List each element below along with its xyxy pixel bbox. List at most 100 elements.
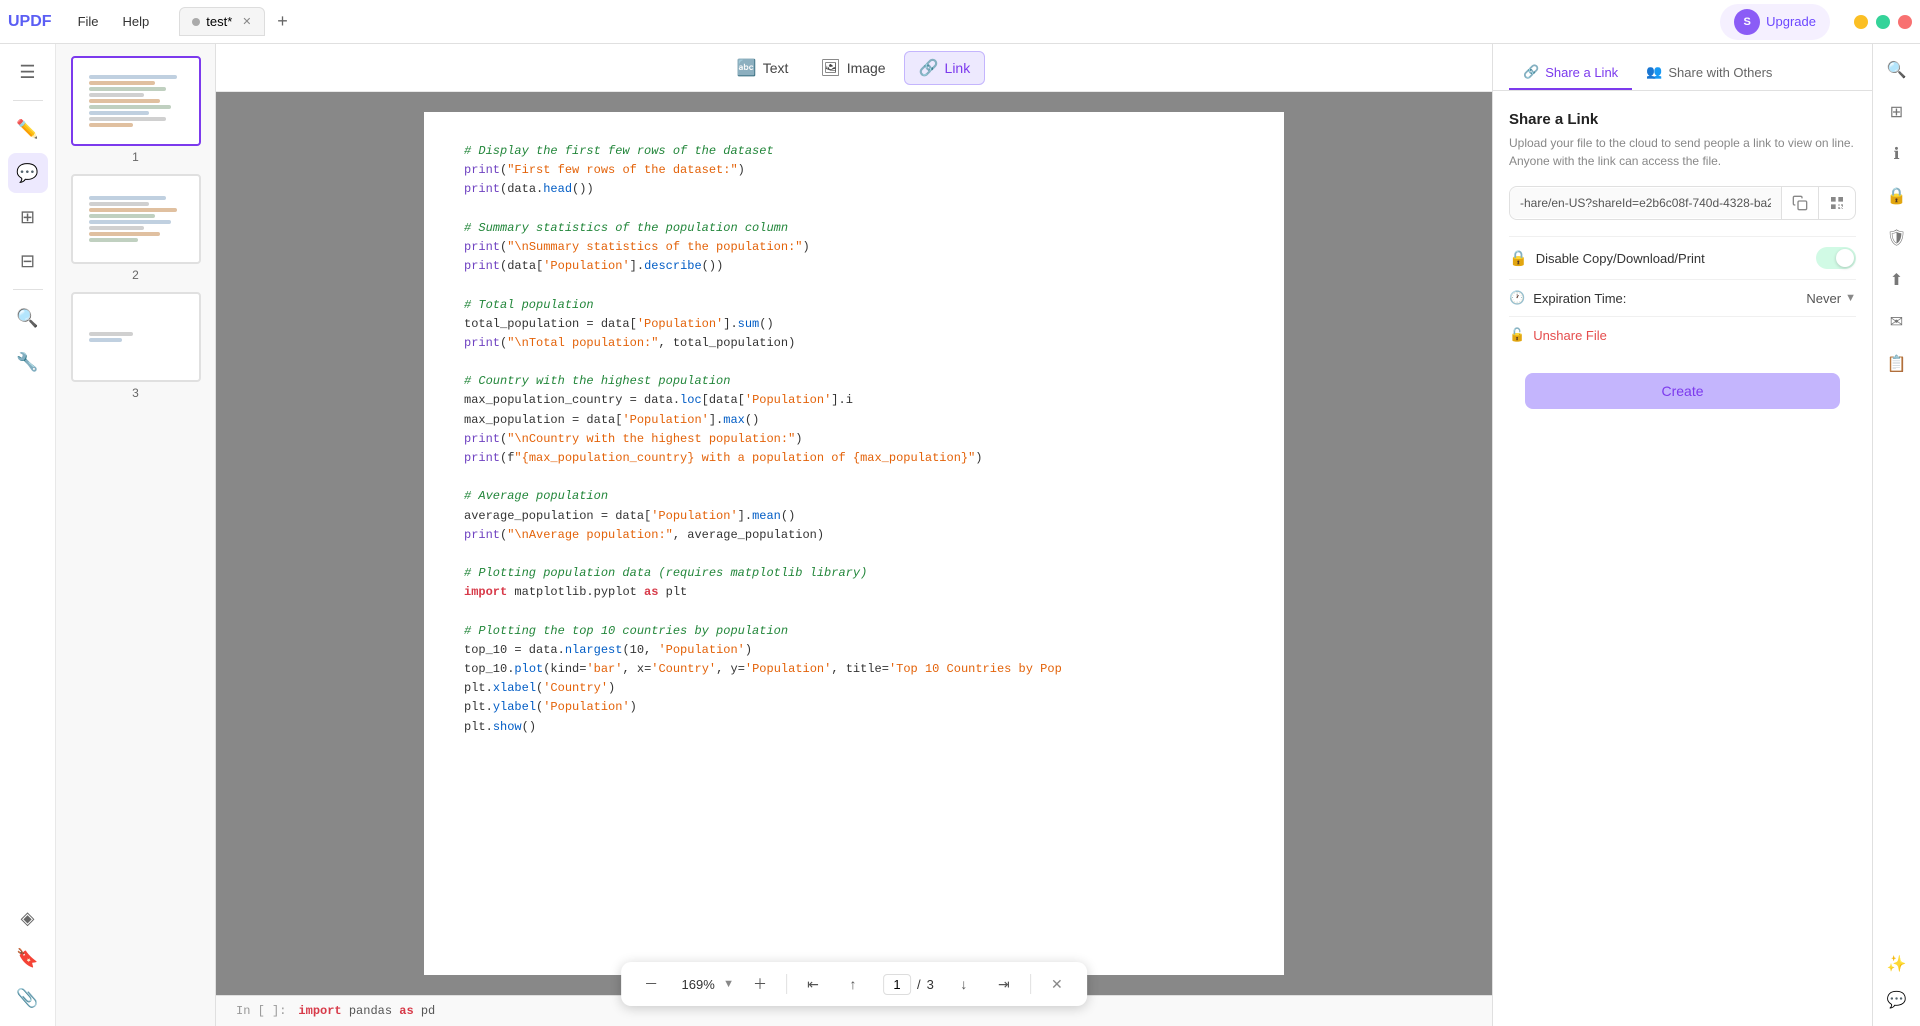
sidebar-icon-comment[interactable]: 💬 bbox=[8, 153, 48, 193]
rs-search-icon[interactable]: 🔍 bbox=[1879, 52, 1915, 88]
tab-close-button[interactable]: ✕ bbox=[242, 15, 251, 28]
input-code: import pandas as pd bbox=[298, 1004, 435, 1018]
nav-separator-1 bbox=[786, 974, 787, 994]
file-menu[interactable]: File bbox=[68, 10, 109, 33]
disable-copy-row: 🔒 Disable Copy/Download/Print bbox=[1509, 236, 1856, 279]
toolbar-link-button[interactable]: 🔗 Link bbox=[904, 51, 986, 85]
rs-info-icon[interactable]: ℹ bbox=[1879, 136, 1915, 172]
page-indicator: / 3 bbox=[883, 974, 934, 995]
next-page-button[interactable]: ↓ bbox=[950, 970, 978, 998]
toolbar-image-button[interactable]: 🖼 Image bbox=[806, 52, 899, 84]
sidebar-icon-ocr[interactable]: 🔍 bbox=[8, 298, 48, 338]
zoom-in-button[interactable]: ＋ bbox=[746, 970, 774, 998]
code-line-3: print(data.head()) bbox=[464, 180, 1244, 199]
qr-code-button[interactable] bbox=[1818, 187, 1855, 219]
expiration-dropdown[interactable]: Never ▼ bbox=[1806, 291, 1856, 306]
page-input[interactable] bbox=[883, 974, 911, 995]
sidebar-icon-bookmark[interactable]: 🔖 bbox=[8, 938, 48, 978]
title-bar-right: S Upgrade bbox=[1720, 4, 1912, 40]
prev-page-button[interactable]: ↑ bbox=[839, 970, 867, 998]
code-line-27: top_10 = data.nlargest(10, 'Population') bbox=[464, 641, 1244, 660]
sidebar-icon-layers[interactable]: ◈ bbox=[8, 898, 48, 938]
clock-icon: 🕐 bbox=[1509, 290, 1525, 306]
zoom-control: 169% ▼ bbox=[677, 977, 734, 992]
code-line-18 bbox=[464, 468, 1244, 487]
code-line-9: # Total population bbox=[464, 296, 1244, 315]
code-line-30: plt.ylabel('Population') bbox=[464, 698, 1244, 717]
thumbnail-3[interactable]: 3 bbox=[64, 292, 207, 400]
rs-chat-icon[interactable]: 💬 bbox=[1879, 982, 1915, 1018]
first-page-button[interactable]: ⇤ bbox=[799, 970, 827, 998]
code-line-13: # Country with the highest population bbox=[464, 372, 1244, 391]
upgrade-label: Upgrade bbox=[1766, 14, 1816, 29]
code-line-6: print("\nSummary statistics of the popul… bbox=[464, 238, 1244, 257]
share-link-icon: 🔗 bbox=[1523, 64, 1539, 80]
unshare-icon: 🔓 bbox=[1509, 327, 1525, 343]
close-nav-button[interactable]: ✕ bbox=[1043, 970, 1071, 998]
app-logo: UPDF bbox=[8, 13, 52, 31]
expiration-text: Expiration Time: bbox=[1533, 291, 1626, 306]
unshare-button[interactable]: 🔓 Unshare File bbox=[1509, 327, 1856, 343]
sidebar-icon-organize[interactable]: ⊟ bbox=[8, 241, 48, 281]
thumb-img-3 bbox=[71, 292, 201, 382]
tab-share-others[interactable]: 👥 Share with Others bbox=[1632, 56, 1786, 90]
code-line-20: average_population = data['Population'].… bbox=[464, 507, 1244, 526]
rs-pages-icon[interactable]: ⊞ bbox=[1879, 94, 1915, 130]
bottom-navigation: － 169% ▼ ＋ ⇤ ↑ / 3 ↓ ⇥ ✕ bbox=[621, 962, 1087, 1006]
rs-edit-icon[interactable]: 📋 bbox=[1879, 346, 1915, 382]
code-line-4 bbox=[464, 200, 1244, 219]
sidebar-icon-tools[interactable]: 🔧 bbox=[8, 342, 48, 382]
thumbnail-panel: 1 2 bbox=[56, 44, 216, 1026]
expiration-value: Never bbox=[1806, 291, 1841, 306]
sidebar-icon-edit[interactable]: ✏️ bbox=[8, 109, 48, 149]
rs-magic-icon[interactable]: ✨ bbox=[1879, 946, 1915, 982]
sidebar-divider-1 bbox=[13, 100, 43, 101]
disable-copy-text: Disable Copy/Download/Print bbox=[1536, 251, 1705, 266]
upgrade-button[interactable]: S Upgrade bbox=[1720, 4, 1830, 40]
tab-test[interactable]: test* ✕ bbox=[179, 7, 264, 36]
new-tab-button[interactable]: + bbox=[269, 8, 297, 36]
minimize-button[interactable] bbox=[1854, 15, 1868, 29]
code-line-15: max_population = data['Population'].max(… bbox=[464, 411, 1244, 430]
disable-copy-toggle[interactable] bbox=[1816, 247, 1856, 269]
copy-link-button[interactable] bbox=[1781, 187, 1818, 219]
expiration-label: 🕐 Expiration Time: bbox=[1509, 290, 1626, 306]
tab-share-link[interactable]: 🔗 Share a Link bbox=[1509, 56, 1632, 90]
code-line-23: # Plotting population data (requires mat… bbox=[464, 564, 1244, 583]
rs-lock-icon[interactable]: 🔒 bbox=[1879, 178, 1915, 214]
title-bar: UPDF File Help test* ✕ + S Upgrade bbox=[0, 0, 1920, 44]
sidebar-icon-pages[interactable]: ☰ bbox=[8, 52, 48, 92]
code-line-2: print("First few rows of the dataset:") bbox=[464, 161, 1244, 180]
thumbnail-2[interactable]: 2 bbox=[64, 174, 207, 282]
create-button[interactable]: Create bbox=[1525, 373, 1840, 409]
zoom-dropdown-icon[interactable]: ▼ bbox=[723, 978, 734, 990]
code-line-24: import matplotlib.pyplot as plt bbox=[464, 583, 1244, 602]
document-page: # Display the first few rows of the data… bbox=[424, 112, 1284, 975]
rs-protect-icon[interactable]: 🛡 bbox=[1879, 220, 1915, 256]
share-panel: 🔗 Share a Link 👥 Share with Others Share… bbox=[1492, 44, 1872, 1026]
code-line-14: max_population_country = data.loc[data['… bbox=[464, 391, 1244, 410]
right-sidebar: 🔍 ⊞ ℹ 🔒 🛡 ⬆ ✉ 📋 ✨ 💬 bbox=[1872, 44, 1920, 1026]
code-line-26: # Plotting the top 10 countries by popul… bbox=[464, 622, 1244, 641]
sidebar-icon-attach[interactable]: 📎 bbox=[8, 978, 48, 1018]
maximize-button[interactable] bbox=[1876, 15, 1890, 29]
toolbar-text-label: Text bbox=[763, 60, 789, 76]
zoom-out-button[interactable]: － bbox=[637, 970, 665, 998]
last-page-button[interactable]: ⇥ bbox=[990, 970, 1018, 998]
menu-bar: File Help bbox=[68, 10, 160, 33]
sidebar-icon-view[interactable]: ⊞ bbox=[8, 197, 48, 237]
disable-copy-label: 🔒 Disable Copy/Download/Print bbox=[1509, 249, 1705, 267]
rs-upload-icon[interactable]: ⬆ bbox=[1879, 262, 1915, 298]
code-line-10: total_population = data['Population'].su… bbox=[464, 315, 1244, 334]
close-button[interactable] bbox=[1898, 15, 1912, 29]
code-line-19: # Average population bbox=[464, 487, 1244, 506]
code-line-7: print(data['Population'].describe()) bbox=[464, 257, 1244, 276]
link-input[interactable] bbox=[1510, 188, 1781, 218]
rs-mail-icon[interactable]: ✉ bbox=[1879, 304, 1915, 340]
content-area: 🔤 Text 🖼 Image 🔗 Link # Display the firs… bbox=[216, 44, 1492, 1026]
thumbnail-1[interactable]: 1 bbox=[64, 56, 207, 164]
share-others-icon: 👥 bbox=[1646, 64, 1662, 80]
toolbar-text-button[interactable]: 🔤 Text bbox=[723, 52, 803, 84]
help-menu[interactable]: Help bbox=[113, 10, 160, 33]
thumb-num-1: 1 bbox=[132, 150, 139, 164]
